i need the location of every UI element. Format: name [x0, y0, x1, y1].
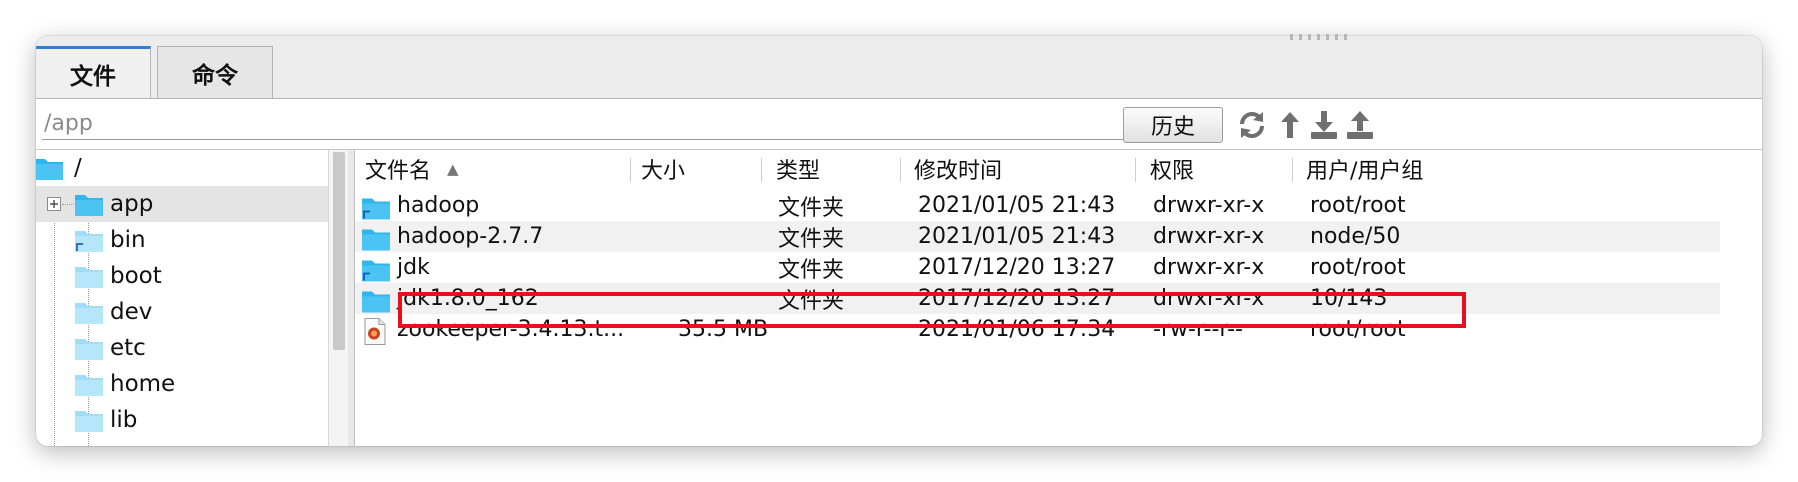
- tab-commands[interactable]: 命令: [157, 46, 273, 98]
- file-type: 文件夹: [778, 195, 845, 221]
- file-name: hadoop-2.7.7: [397, 224, 544, 249]
- table-row[interactable]: hadoop-2.7.7 文件夹 2021/01/05 21:43 drwxr-…: [355, 221, 1720, 252]
- file-type: 文件夹: [778, 257, 845, 283]
- tree-item-label: boot: [110, 263, 162, 289]
- file-name: jdk: [397, 255, 430, 280]
- refresh-icon[interactable]: [1236, 109, 1268, 141]
- file-type: 文件夹: [778, 226, 845, 252]
- column-header-owner[interactable]: 用户/用户组: [1306, 154, 1423, 184]
- file-modified: 2021/01/05 21:43: [918, 224, 1116, 249]
- go-up-icon[interactable]: [1274, 109, 1306, 141]
- tree-item-label: bin: [110, 227, 146, 253]
- column-header-type[interactable]: 类型: [776, 154, 820, 184]
- path-bar: 历史: [36, 98, 1762, 150]
- directory-tree: / app bin boot dev etc home lib: [36, 150, 328, 446]
- column-header-modified[interactable]: 修改时间: [914, 154, 1002, 184]
- tree-item-lib[interactable]: lib: [36, 402, 328, 438]
- file-permissions: drwxr-xr-x: [1153, 224, 1265, 249]
- tree-item-boot[interactable]: boot: [36, 258, 328, 294]
- tree-item-label: app: [110, 191, 154, 217]
- tree-scrollbar[interactable]: [328, 150, 349, 446]
- tree-item-dev[interactable]: dev: [36, 294, 328, 330]
- tree-item-label: lib: [110, 407, 138, 433]
- path-input[interactable]: [42, 107, 1124, 140]
- pane-splitter[interactable]: [348, 150, 355, 446]
- folder-icon: [75, 195, 103, 216]
- folder-icon: [75, 303, 103, 324]
- folder-icon: [362, 291, 390, 313]
- folder-link-icon: [362, 198, 390, 220]
- folder-icon: [75, 267, 103, 288]
- archive-file-icon: [364, 318, 386, 345]
- folder-icon: [36, 159, 63, 180]
- file-manager-window: 文件 命令 历史 /: [36, 36, 1762, 446]
- table-row[interactable]: jdk 文件夹 2017/12/20 13:27 drwxr-xr-x root…: [355, 252, 1720, 283]
- file-modified: 2017/12/20 13:27: [918, 255, 1116, 280]
- tree-item-label: dev: [110, 299, 153, 325]
- download-icon[interactable]: [1308, 109, 1340, 141]
- tab-files[interactable]: 文件: [36, 46, 151, 98]
- file-permissions: drwxr-xr-x: [1153, 193, 1265, 218]
- file-permissions: drwxr-xr-x: [1153, 255, 1265, 280]
- column-header-permissions[interactable]: 权限: [1150, 154, 1194, 184]
- folder-icon: [75, 339, 103, 360]
- folder-link-icon: [362, 260, 390, 282]
- window-grip[interactable]: [1290, 34, 1350, 40]
- file-owner: node/50: [1310, 224, 1401, 249]
- expand-icon[interactable]: [47, 197, 61, 211]
- file-name: hadoop: [397, 193, 480, 218]
- table-row[interactable]: hadoop 文件夹 2021/01/05 21:43 drwxr-xr-x r…: [355, 190, 1720, 221]
- tree-item-app[interactable]: app: [36, 186, 328, 222]
- column-label: 文件名: [365, 159, 432, 184]
- table-header: 文件名 ▲ 大小 类型 修改时间 权限 用户/用户组: [355, 150, 1762, 186]
- tree-item-etc[interactable]: etc: [36, 330, 328, 366]
- folder-link-icon: [75, 231, 103, 252]
- history-button[interactable]: 历史: [1123, 107, 1223, 143]
- tree-item-label: etc: [110, 335, 146, 361]
- column-header-size[interactable]: 大小: [641, 154, 685, 184]
- folder-icon: [75, 375, 103, 396]
- file-owner: root/root: [1310, 255, 1406, 280]
- column-header-name[interactable]: 文件名 ▲: [365, 154, 459, 184]
- file-modified: 2021/01/05 21:43: [918, 193, 1116, 218]
- tree-root-label: /: [74, 155, 82, 181]
- upload-icon[interactable]: [1344, 109, 1376, 141]
- folder-link-icon: [75, 411, 103, 432]
- folder-icon: [362, 229, 390, 251]
- scrollbar-thumb[interactable]: [333, 152, 345, 350]
- selection-highlight: [398, 292, 1466, 328]
- file-owner: root/root: [1310, 193, 1406, 218]
- tree-item-label: home: [110, 371, 176, 397]
- tree-item-home[interactable]: home: [36, 366, 328, 402]
- tab-bar: 文件 命令: [36, 36, 1762, 100]
- tree-item-bin[interactable]: bin: [36, 222, 328, 258]
- tree-root[interactable]: /: [36, 150, 328, 186]
- sort-ascending-icon: ▲: [447, 160, 459, 178]
